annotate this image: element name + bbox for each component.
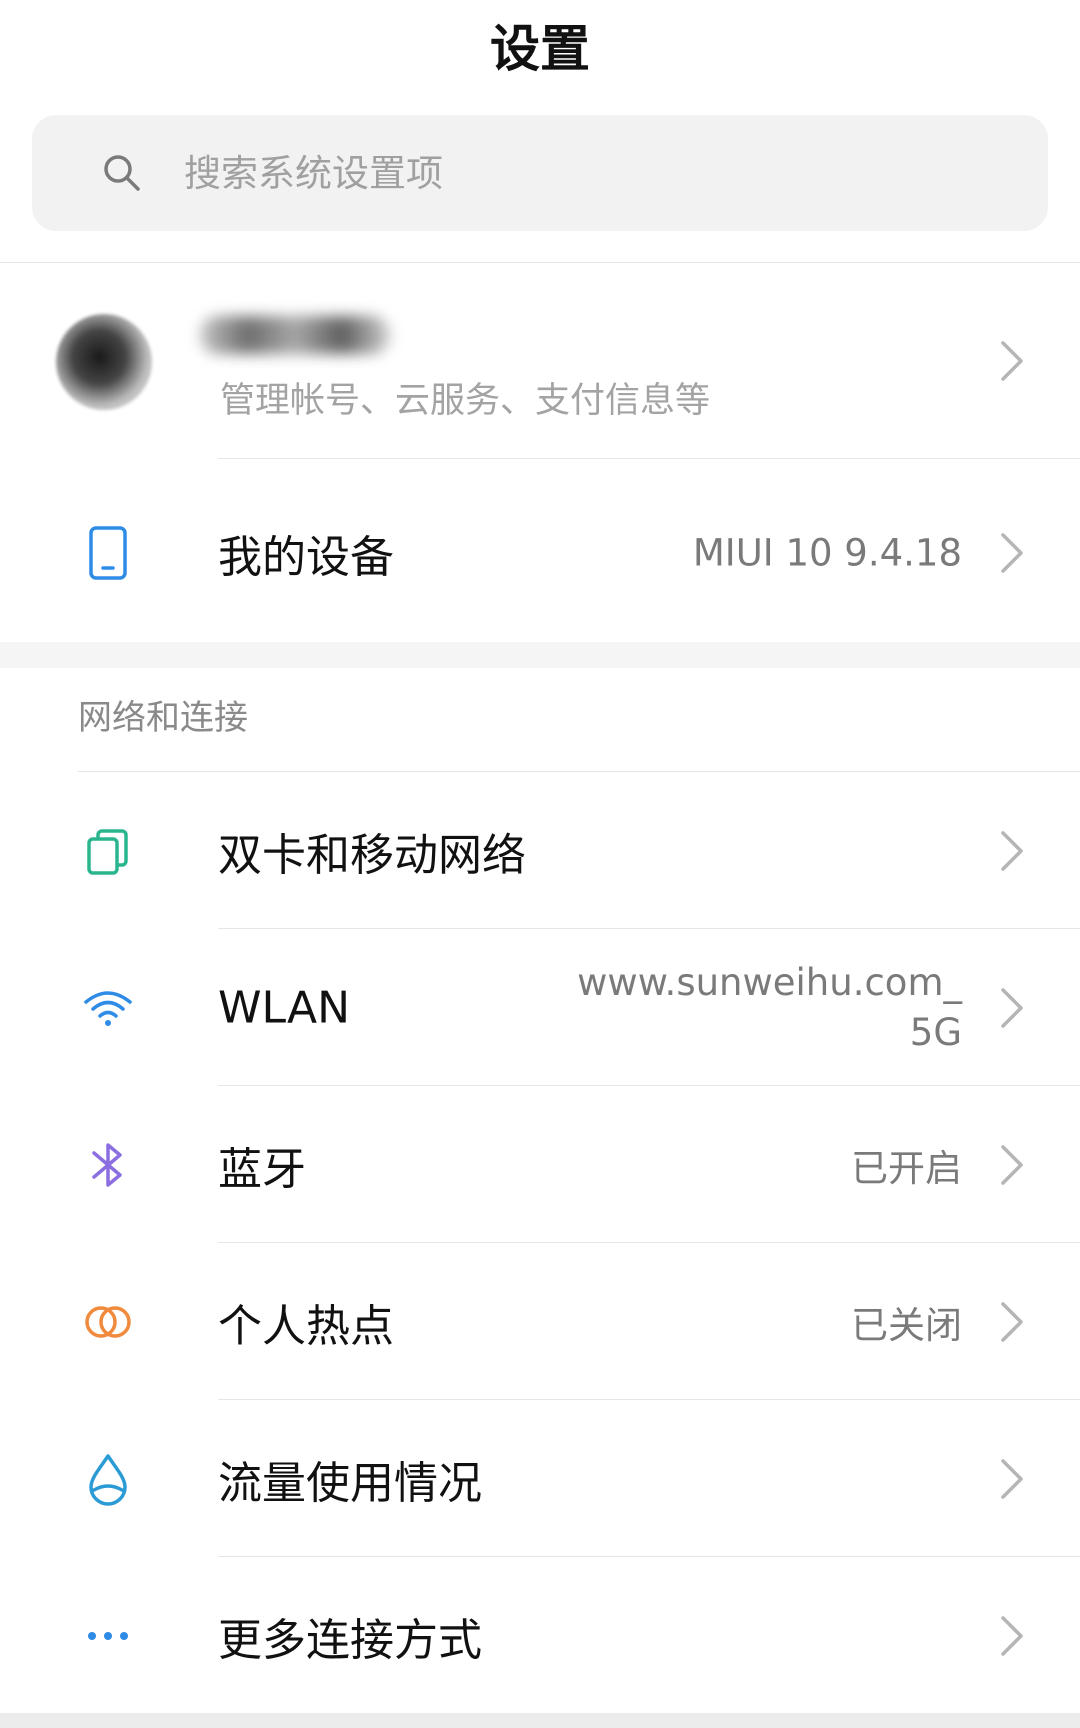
row-label: 流量使用情况: [218, 1457, 482, 1509]
account-row[interactable]: 管理帐号、云服务、支付信息等: [0, 264, 1080, 458]
divider: [0, 262, 1080, 263]
my-device-version: MIUI 10 9.4.18: [692, 531, 962, 574]
section-separator: [0, 642, 1080, 668]
row-label: 更多连接方式: [218, 1614, 482, 1666]
more-connections-row[interactable]: 更多连接方式: [0, 1557, 1080, 1714]
wlan-row[interactable]: WLAN www.sunweihu.com_ 5G: [0, 929, 1080, 1086]
page-title: 设置: [490, 20, 590, 78]
chevron-right-icon: [1001, 1458, 1023, 1499]
hotspot-status: 已关闭: [851, 1303, 962, 1347]
section-header-network: 网络和连接: [78, 698, 248, 738]
data-usage-row[interactable]: 流量使用情况: [0, 1400, 1080, 1557]
bluetooth-icon: [78, 1135, 138, 1195]
bluetooth-status: 已开启: [851, 1146, 962, 1190]
sim-mobile-network-row[interactable]: 双卡和移动网络: [0, 772, 1080, 929]
avatar: [56, 314, 152, 410]
chevron-right-icon: [1001, 987, 1023, 1028]
chevron-right-icon: [1001, 341, 1023, 381]
account-subtitle: 管理帐号、云服务、支付信息等: [220, 381, 711, 421]
row-label: WLAN: [218, 982, 351, 1033]
hotspot-icon: [78, 1292, 138, 1352]
data-usage-icon: [78, 1449, 138, 1509]
settings-screen: 设置 管理帐号、云服务、支付信息等 我的设备 MIUI 10 9.4.18: [0, 0, 1080, 1728]
sim-cards-icon: [78, 821, 138, 881]
search-icon: [92, 143, 152, 203]
row-label: 个人热点: [218, 1300, 394, 1352]
chevron-right-icon: [1001, 1615, 1023, 1656]
row-label: 蓝牙: [218, 1143, 306, 1195]
chevron-right-icon: [1001, 1301, 1023, 1342]
account-name-obscured: [200, 316, 390, 354]
chevron-right-icon: [1001, 830, 1023, 871]
search-bar[interactable]: [32, 115, 1048, 231]
bluetooth-row[interactable]: 蓝牙 已开启: [0, 1086, 1080, 1243]
my-device-label: 我的设备: [218, 531, 394, 583]
wlan-network-name: www.sunweihu.com_ 5G: [577, 960, 962, 1054]
hotspot-row[interactable]: 个人热点 已关闭: [0, 1243, 1080, 1400]
my-device-row[interactable]: 我的设备 MIUI 10 9.4.18: [0, 474, 1080, 631]
phone-icon: [78, 523, 138, 583]
row-label: 双卡和移动网络: [218, 829, 526, 881]
section-separator: [0, 1713, 1080, 1728]
more-dots-icon: [78, 1606, 138, 1666]
divider: [218, 458, 1080, 459]
wifi-icon: [78, 978, 138, 1038]
search-input[interactable]: [182, 150, 886, 196]
chevron-right-icon: [1001, 1144, 1023, 1185]
chevron-right-icon: [1001, 532, 1023, 573]
